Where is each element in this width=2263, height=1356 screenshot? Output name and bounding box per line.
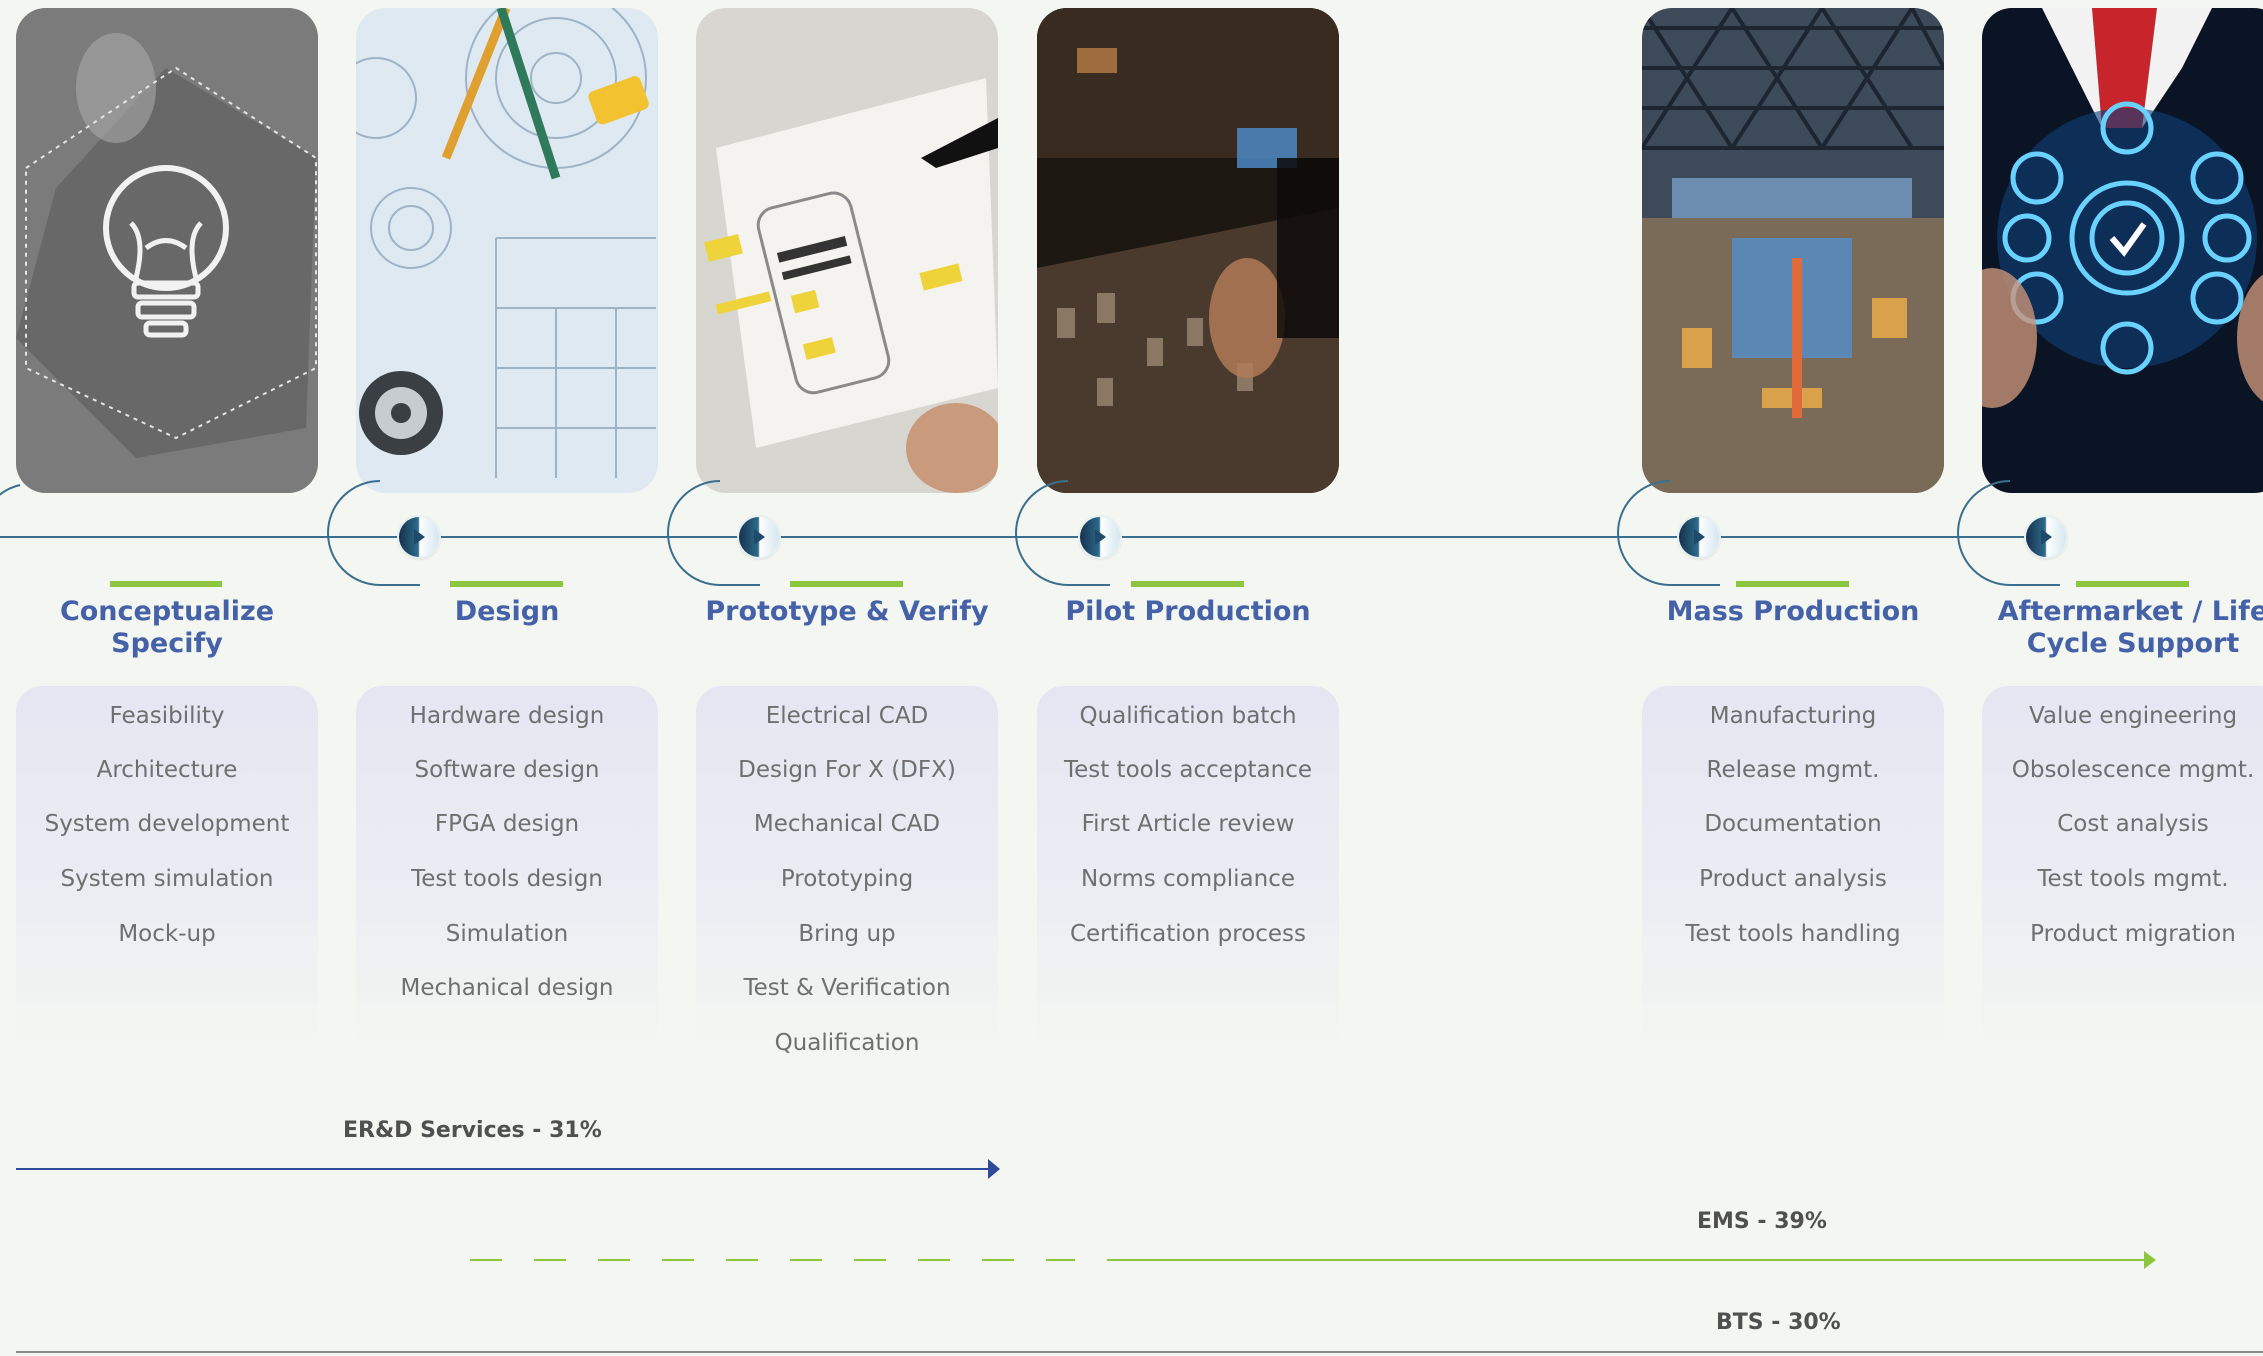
task-card-design: Hardware design Software design FPGA des… — [356, 686, 658, 1066]
task-card-prototype: Electrical CAD Design For X (DFX) Mechan… — [696, 686, 998, 1066]
stage-node-mass — [1679, 517, 1719, 557]
stage-title-conceptualize: Conceptualize Specify — [59, 596, 275, 659]
task-item: Test tools handling — [1685, 921, 1901, 947]
task-item: Simulation — [445, 921, 569, 947]
connector-curve — [1617, 480, 1671, 586]
stage-title-design: Design — [454, 596, 560, 627]
erd-services-label: ER&D Services - 31% — [343, 1118, 602, 1143]
task-item: Mechanical CAD — [753, 811, 941, 837]
task-item: Norms compliance — [1081, 866, 1295, 892]
task-item: Qualification batch — [1079, 703, 1297, 729]
task-item: Certification process — [1069, 921, 1307, 947]
task-item: Value engineering — [2028, 703, 2238, 729]
task-item: Prototyping — [780, 866, 914, 892]
task-item: Product analysis — [1699, 866, 1887, 892]
task-item: Feasibility — [109, 703, 225, 729]
task-item: Test & Verification — [743, 975, 951, 1001]
task-card-pilot: Qualification batch Test tools acceptanc… — [1037, 686, 1339, 1066]
task-card-conceptualize: Feasibility Architecture System developm… — [16, 686, 318, 1066]
task-item: Release mgmt. — [1706, 757, 1880, 783]
task-item: Test tools mgmt. — [2037, 866, 2229, 892]
stage-title-mass: Mass Production — [1666, 596, 1920, 627]
connector-curve — [1015, 480, 1069, 586]
stage-title-aftermarket: Aftermarket / Life Cycle Support — [1997, 596, 2263, 659]
task-card-mass: Manufacturing Release mgmt. Documentatio… — [1642, 686, 1944, 1066]
task-item: Architecture — [96, 757, 238, 783]
stage-title-prototype: Prototype & Verify — [705, 596, 989, 627]
task-item: Design For X (DFX) — [738, 757, 956, 783]
task-item: FPGA design — [434, 811, 580, 837]
stage-node-aftermarket — [2026, 517, 2066, 557]
service-lifecycle-diagram: Conceptualize Specify Design Prototype & … — [0, 0, 2263, 1356]
task-item: Hardware design — [409, 703, 605, 729]
erd-arrowhead — [988, 1159, 1000, 1179]
task-item: Documentation — [1704, 811, 1882, 837]
task-item: Electrical CAD — [765, 703, 929, 729]
bts-label: BTS - 30% — [1716, 1310, 1841, 1335]
task-item: First Article review — [1081, 811, 1295, 837]
stage-node-prototype — [739, 517, 779, 557]
task-item: Manufacturing — [1709, 703, 1877, 729]
task-item: Bring up — [798, 921, 896, 947]
task-item: Mechanical design — [400, 975, 614, 1001]
connector-curve — [1957, 480, 2011, 586]
task-item: Software design — [414, 757, 600, 783]
stage-node-design — [399, 517, 439, 557]
connector-curve — [667, 480, 721, 586]
task-item: Test tools design — [411, 866, 603, 892]
task-item: Cost analysis — [2057, 811, 2209, 837]
stage-title-pilot: Pilot Production — [1065, 596, 1311, 627]
task-item: System simulation — [60, 866, 274, 892]
task-item: System development — [44, 811, 290, 837]
ems-arrowhead — [2144, 1251, 2156, 1269]
ems-label: EMS - 39% — [1697, 1209, 1827, 1234]
connector-curve — [327, 480, 381, 586]
stage-node-pilot — [1080, 517, 1120, 557]
task-item: Product migration — [2030, 921, 2236, 947]
connector-curve-start — [0, 484, 21, 496]
task-item: Mock-up — [118, 921, 216, 947]
task-item: Obsolescence mgmt. — [2011, 757, 2255, 783]
connector-overlay — [0, 480, 2263, 1353]
task-item: Qualification — [774, 1030, 920, 1056]
task-item: Test tools acceptance — [1063, 757, 1313, 783]
task-card-aftermarket: Value engineering Obsolescence mgmt. Cos… — [1982, 686, 2263, 1066]
